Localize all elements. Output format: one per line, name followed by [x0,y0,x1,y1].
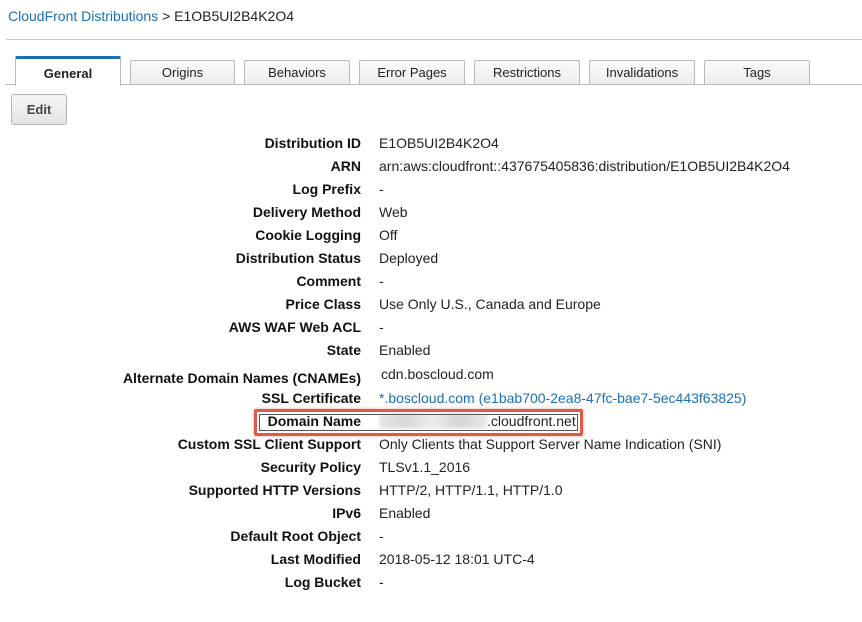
detail-value: HTTP/2, HTTP/1.1, HTTP/1.0 [379,482,563,498]
detail-value: - [379,181,384,197]
breadcrumb-separator: > [162,8,171,24]
detail-row-price-class: Price Class Use Only U.S., Canada and Eu… [0,292,862,315]
detail-label: State [326,342,361,358]
detail-label: SSL Certificate [261,390,361,406]
tab-origins[interactable]: Origins [130,60,235,84]
detail-label: Log Prefix [292,181,361,197]
detail-label: IPv6 [332,505,361,521]
detail-label: ARN [330,158,361,174]
detail-row-distribution-id: Distribution ID E1OB5UI2B4K2O4 [0,131,862,154]
detail-row-arn: ARN arn:aws:cloudfront::437675405836:dis… [0,154,862,177]
detail-label: Log Bucket [284,574,361,590]
detail-row-security-policy: Security Policy TLSv1.1_2016 [0,455,862,478]
detail-value: *.boscloud.com (e1bab700-2ea8-47fc-bae7-… [379,390,746,406]
tab-bar: General Origins Behaviors Error Pages Re… [6,56,862,86]
detail-label: Price Class [285,296,362,312]
detail-label: Delivery Method [252,204,361,220]
detail-row-ipv6: IPv6 Enabled [0,501,862,524]
ssl-certificate-link[interactable]: *.boscloud.com (e1bab700-2ea8-47fc-bae7-… [379,390,746,406]
detail-label: Distribution ID [264,135,361,151]
tab-error-pages[interactable]: Error Pages [359,60,465,84]
detail-value: - [379,319,384,335]
detail-row-log-bucket: Log Bucket - [0,570,862,593]
detail-row-last-modified: Last Modified 2018-05-12 18:01 UTC-4 [0,547,862,570]
detail-label: Alternate Domain Names (CNAMEs) [122,370,361,386]
detail-row-http-versions: Supported HTTP Versions HTTP/2, HTTP/1.1… [0,478,862,501]
detail-row-waf-web-acl: AWS WAF Web ACL - [0,315,862,338]
breadcrumb-link-distributions[interactable]: CloudFront Distributions [8,8,158,24]
header-divider [6,39,862,40]
detail-value: Enabled [379,342,431,358]
detail-value: Deployed [379,250,439,266]
detail-value: Off [379,227,398,243]
detail-value: - [379,273,384,289]
detail-value: cdn.boscloud.com [381,366,494,382]
edit-button[interactable]: Edit [11,94,67,125]
detail-row-default-root-object: Default Root Object - [0,524,862,547]
detail-value: Use Only U.S., Canada and Europe [379,296,601,312]
detail-value: E1OB5UI2B4K2O4 [379,135,499,151]
detail-label: Supported HTTP Versions [188,482,361,498]
detail-value: 2018-05-12 18:01 UTC-4 [379,551,535,567]
detail-label: Distribution Status [235,250,361,266]
detail-value: Web [379,204,408,220]
distribution-details: Distribution ID E1OB5UI2B4K2O4 ARN arn:a… [0,131,862,593]
detail-row-state: State Enabled [0,338,862,361]
detail-value: TLSv1.1_2016 [379,459,471,475]
tab-general[interactable]: General [15,56,121,86]
tab-invalidations[interactable]: Invalidations [589,60,695,84]
detail-label: Cookie Logging [255,227,361,243]
breadcrumb-current: E1OB5UI2B4K2O4 [174,8,294,24]
detail-value: - [379,574,384,590]
detail-row-cnames: Alternate Domain Names (CNAMEs) cdn.bosc… [0,361,862,386]
domain-name-inner-outline [259,414,578,431]
detail-row-delivery-method: Delivery Method Web [0,200,862,223]
detail-value: Only Clients that Support Server Name In… [379,436,722,452]
detail-label: AWS WAF Web ACL [228,319,361,335]
detail-label: Security Policy [260,459,361,475]
detail-label: Last Modified [270,551,361,567]
detail-row-ssl-certificate: SSL Certificate *.boscloud.com (e1bab700… [0,386,862,409]
detail-value: Enabled [379,505,431,521]
detail-row-log-prefix: Log Prefix - [0,177,862,200]
detail-label: Comment [296,273,361,289]
detail-row-cookie-logging: Cookie Logging Off [0,223,862,246]
detail-value: - [379,528,384,544]
detail-row-distribution-status: Distribution Status Deployed [0,246,862,269]
tab-restrictions[interactable]: Restrictions [474,60,580,84]
detail-row-comment: Comment - [0,269,862,292]
detail-label: Custom SSL Client Support [177,436,361,452]
tab-behaviors[interactable]: Behaviors [244,60,350,84]
breadcrumb: CloudFront Distributions > E1OB5UI2B4K2O… [8,8,294,24]
detail-label: Default Root Object [230,528,361,544]
detail-value: arn:aws:cloudfront::437675405836:distrib… [379,158,790,174]
tab-tags[interactable]: Tags [704,60,810,84]
